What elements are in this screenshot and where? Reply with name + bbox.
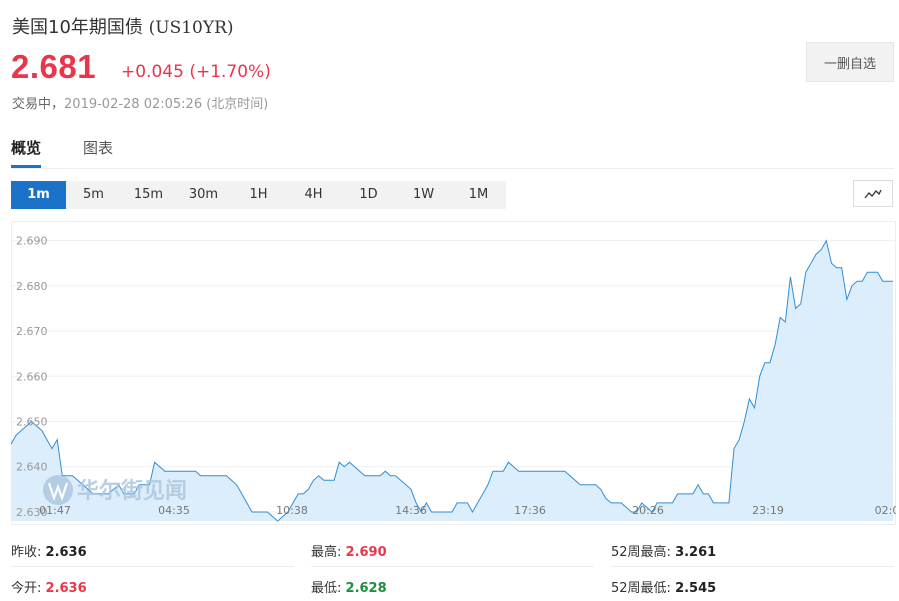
interval-1m[interactable]: 1m [11, 181, 66, 209]
stat-label: 今开: [11, 581, 42, 596]
y-tick-label: 2.680 [16, 280, 48, 293]
remove-watchlist-button[interactable]: 一删自选 [806, 42, 894, 82]
x-tick-label: 01:47 [39, 504, 71, 517]
stat-label: 昨收: [11, 545, 42, 560]
stat-label: 最低: [311, 581, 342, 596]
trading-status: 交易中 [12, 97, 52, 112]
stat-prev-close: 昨收: 2.636 [11, 541, 87, 560]
tab-overview[interactable]: 概览 [11, 137, 42, 168]
interval-selector: 1m 5m 15m 30m 1H 4H 1D 1W 1M [11, 181, 506, 209]
x-tick-label: 10:38 [276, 504, 308, 517]
stat-low: 最低: 2.628 [311, 577, 387, 596]
current-price: 2.681 [11, 48, 97, 85]
interval-30m[interactable]: 30m [176, 181, 231, 209]
x-tick-label: 23:19 [752, 504, 784, 517]
bond-name: 美国10年期国债 [12, 17, 143, 38]
y-tick-label: 2.690 [16, 235, 48, 248]
interval-1mo[interactable]: 1M [451, 181, 506, 209]
stat-value: 3.261 [675, 545, 717, 560]
x-tick-label: 04:35 [158, 504, 190, 517]
price-change: +0.045 (+1.70%) [121, 62, 271, 82]
stat-label: 最高: [311, 545, 342, 560]
stat-value: 2.545 [675, 581, 717, 596]
x-tick-label: 20:26 [632, 504, 664, 517]
divider [311, 566, 594, 567]
x-tick-label: 17:36 [514, 504, 546, 517]
stat-52w-low: 52周最低: 2.545 [611, 577, 716, 596]
stat-value: 2.628 [345, 581, 387, 596]
divider [611, 566, 894, 567]
x-tick-label: 14:36 [395, 504, 427, 517]
watermark: 华尔街见闻 [43, 475, 187, 505]
interval-1d[interactable]: 1D [341, 181, 396, 209]
stat-label: 52周最低: [611, 581, 671, 596]
watermark-text: 华尔街见闻 [77, 478, 187, 504]
stat-52w-high: 52周最高: 3.261 [611, 541, 716, 560]
divider [11, 566, 294, 567]
quote-timestamp: 2019-02-28 02:05:26 (北京时间) [64, 97, 269, 112]
stat-label: 52周最高: [611, 545, 671, 560]
y-tick-label: 2.670 [16, 325, 48, 338]
x-tick-label: 02:0 [875, 504, 896, 517]
line-chart-icon [864, 189, 882, 198]
stat-open: 今开: 2.636 [11, 577, 87, 596]
y-tick-label: 2.640 [16, 461, 48, 474]
chart-type-button[interactable] [853, 180, 893, 207]
interval-1w[interactable]: 1W [396, 181, 451, 209]
tab-bar: 概览 图表 [11, 132, 894, 169]
interval-4h[interactable]: 4H [286, 181, 341, 209]
stat-value: 2.636 [45, 545, 87, 560]
interval-1h[interactable]: 1H [231, 181, 286, 209]
price-chart: 2.6902.6802.6702.6602.6502.6402.630 01:4… [11, 221, 896, 525]
stat-value: 2.690 [345, 545, 387, 560]
trading-status-line: 交易中，2019-02-28 02:05:26 (北京时间) [12, 97, 269, 112]
interval-15m[interactable]: 15m [121, 181, 176, 209]
interval-5m[interactable]: 5m [66, 181, 121, 209]
bond-symbol: (US10YR) [148, 18, 234, 38]
stat-high: 最高: 2.690 [311, 541, 387, 560]
y-tick-label: 2.650 [16, 415, 48, 428]
tab-chart[interactable]: 图表 [83, 137, 113, 158]
page-title: 美国10年期国债 (US10YR) [12, 13, 234, 39]
y-tick-label: 2.660 [16, 370, 48, 383]
stat-value: 2.636 [45, 581, 87, 596]
